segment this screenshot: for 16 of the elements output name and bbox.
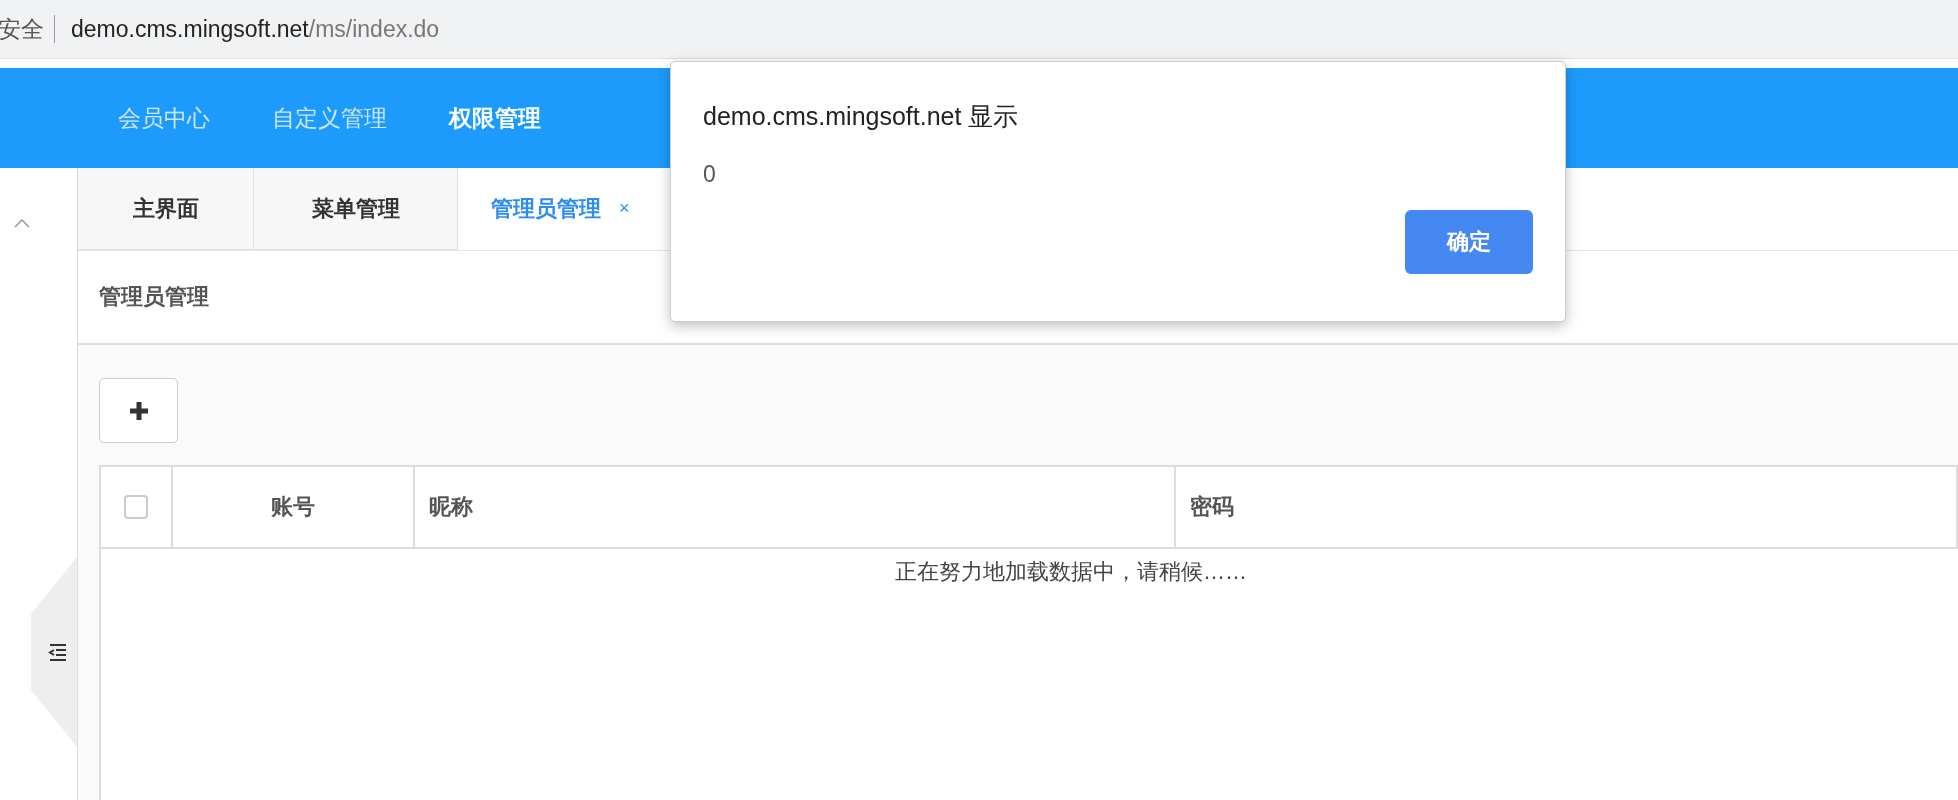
dialog-message: 0: [703, 161, 717, 188]
tab[interactable]: 主界面: [78, 168, 254, 250]
url-text: demo.cms.mingsoft.net/ms/index.do: [71, 15, 440, 43]
plus-icon: [127, 399, 150, 422]
collapse-menu-icon: [48, 642, 68, 662]
select-all-checkbox[interactable]: [124, 495, 149, 519]
add-button[interactable]: [99, 378, 178, 443]
chevron-up-icon[interactable]: [14, 218, 30, 228]
page-title: 管理员管理: [99, 283, 209, 311]
loading-message: 正在努力地加载数据中，请稍候……: [894, 558, 1248, 586]
column-header[interactable]: 密码: [1190, 492, 1956, 522]
column-header[interactable]: 账号: [187, 492, 413, 522]
dialog-title: demo.cms.mingsoft.net 显示: [703, 101, 1020, 132]
tab[interactable]: 菜单管理: [254, 168, 458, 250]
column-header[interactable]: 昵称: [428, 492, 1175, 522]
close-icon[interactable]: ×: [619, 198, 630, 219]
